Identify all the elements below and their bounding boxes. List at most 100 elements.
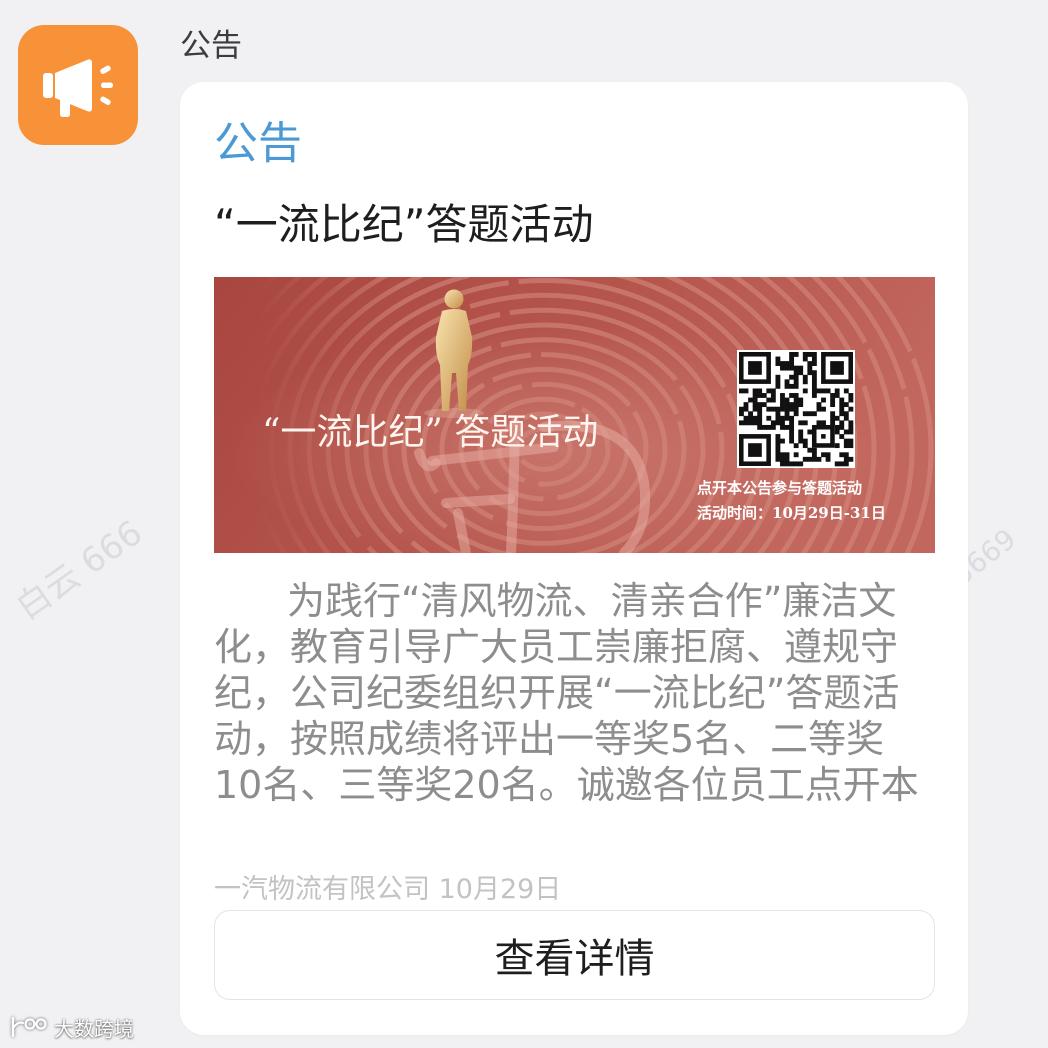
qr-module bbox=[843, 388, 849, 394]
qr-module bbox=[784, 402, 790, 408]
corner-watermark: 大数跨境 bbox=[8, 1010, 134, 1044]
qr-module bbox=[784, 452, 790, 458]
qr-module bbox=[802, 411, 808, 417]
qr-module bbox=[834, 388, 840, 394]
sound-wave-mark bbox=[100, 96, 111, 105]
qr-module bbox=[830, 420, 836, 426]
megaphone-back bbox=[43, 73, 53, 98]
qr-module bbox=[757, 388, 763, 394]
qr-module bbox=[789, 361, 795, 366]
qr-module bbox=[789, 434, 795, 439]
qr-module bbox=[807, 370, 813, 376]
qr-module bbox=[770, 393, 776, 398]
qr-module bbox=[802, 420, 808, 426]
qr-module bbox=[843, 411, 849, 417]
qr-module bbox=[784, 461, 790, 467]
qr-module bbox=[770, 406, 776, 412]
qr-module bbox=[789, 420, 795, 426]
qr-module bbox=[821, 388, 826, 394]
qr-module bbox=[789, 356, 795, 362]
qr-module bbox=[839, 411, 845, 417]
qr-module bbox=[752, 420, 758, 426]
qr-module bbox=[848, 393, 854, 398]
qr-module bbox=[802, 388, 808, 394]
qr-module bbox=[793, 365, 799, 371]
banner-cta: 点开本公告参与答题活动 bbox=[697, 479, 862, 497]
qr-module bbox=[811, 393, 817, 398]
qr-module bbox=[780, 393, 785, 398]
qr-module bbox=[839, 402, 845, 408]
qr-module bbox=[830, 393, 836, 398]
qr-module bbox=[789, 415, 795, 421]
qr-module bbox=[784, 411, 790, 417]
qr-module bbox=[811, 452, 817, 458]
qr-module bbox=[766, 397, 772, 403]
qr-module bbox=[784, 397, 790, 403]
qr-module bbox=[775, 456, 781, 462]
announcement-card[interactable]: 公告 “一流比纪”答题活动 “一流比纪” 答题活动 点开本公告参与答题活动 活动… bbox=[180, 82, 968, 1035]
view-details-button[interactable]: 查看详情 bbox=[214, 910, 935, 1000]
qr-module bbox=[780, 361, 785, 366]
qr-module bbox=[793, 411, 799, 417]
qr-module bbox=[798, 434, 804, 439]
qr-module bbox=[848, 438, 854, 444]
qr-module bbox=[752, 402, 758, 408]
qr-module bbox=[775, 438, 781, 444]
qr-module bbox=[811, 374, 817, 380]
card-body: 为践行“清风物流、清亲合作”廉洁文 化，教育引导广大员工崇廉拒腐、遵规守 纪，公… bbox=[214, 578, 954, 808]
logo-dot bbox=[24, 1018, 36, 1030]
qr-module bbox=[825, 456, 831, 462]
qr-module bbox=[798, 429, 804, 435]
qr-module bbox=[848, 443, 854, 449]
qr-module bbox=[793, 397, 799, 403]
banner-headline: “一流比纪” 答题活动 bbox=[262, 412, 598, 453]
qr-module bbox=[793, 352, 799, 357]
qr-module bbox=[811, 361, 817, 366]
body-text-line: 为践行“清风物流、清亲合作”廉洁文 bbox=[287, 579, 897, 623]
qr-module bbox=[821, 452, 826, 458]
card-title: “一流比纪”答题活动 bbox=[214, 200, 594, 249]
qr-module bbox=[798, 365, 804, 371]
character-stroke bbox=[441, 494, 515, 508]
qr-module bbox=[848, 420, 854, 426]
qr-module bbox=[843, 402, 849, 408]
qr-module bbox=[748, 411, 753, 417]
qr-module bbox=[816, 402, 822, 408]
qr-module bbox=[843, 438, 849, 444]
qr-module bbox=[821, 420, 826, 426]
announcement-avatar[interactable] bbox=[18, 25, 138, 145]
qr-module bbox=[811, 370, 817, 376]
qr-module bbox=[752, 415, 758, 421]
qr-module bbox=[848, 406, 854, 412]
qr-module bbox=[834, 415, 840, 421]
qr-module bbox=[830, 415, 836, 421]
qr-module bbox=[780, 461, 785, 467]
qr-module bbox=[739, 388, 744, 394]
qr-module bbox=[789, 374, 795, 380]
qr-module bbox=[780, 456, 785, 462]
qr-module bbox=[802, 456, 808, 462]
qr-module bbox=[839, 406, 845, 412]
qr-module bbox=[793, 393, 799, 398]
qr-module bbox=[775, 452, 781, 458]
qr-module bbox=[793, 379, 799, 385]
banner-image[interactable]: “一流比纪” 答题活动 点开本公告参与答题活动 活动时间：10月29日-31日 bbox=[214, 277, 935, 553]
logo-dot bbox=[35, 1018, 47, 1030]
qr-module bbox=[743, 420, 749, 426]
qr-module bbox=[811, 388, 817, 394]
qr-module bbox=[789, 429, 795, 435]
qr-module bbox=[834, 461, 840, 467]
qr-module bbox=[752, 397, 758, 403]
qr-module bbox=[743, 415, 749, 421]
qr-module bbox=[816, 456, 822, 462]
qr-module bbox=[780, 402, 785, 408]
qr-module bbox=[798, 461, 804, 467]
megaphone-icon bbox=[43, 59, 113, 117]
body-text-line: 纪，公司纪委组织开展“一流比纪”答题活 bbox=[214, 671, 900, 715]
qr-module bbox=[743, 402, 749, 408]
qr-module bbox=[784, 424, 790, 430]
qr-module bbox=[816, 406, 822, 412]
qr-module bbox=[770, 397, 776, 403]
qr-module bbox=[793, 374, 799, 380]
qr-module bbox=[757, 424, 763, 430]
